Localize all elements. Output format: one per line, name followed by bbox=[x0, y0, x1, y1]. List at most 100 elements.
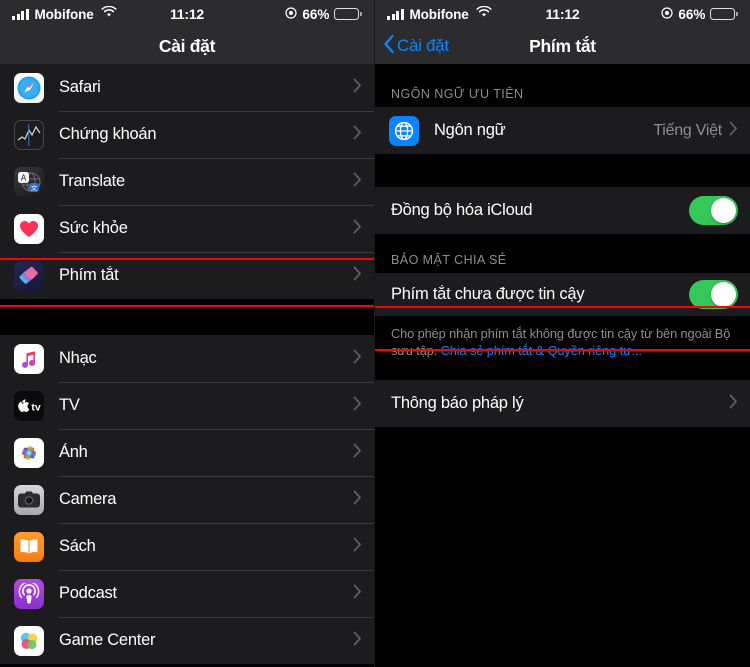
chevron-right-icon bbox=[353, 631, 362, 651]
back-button[interactable]: Cài đặt bbox=[375, 34, 449, 59]
icloud-sync-toggle[interactable] bbox=[689, 196, 738, 225]
podcasts-icon bbox=[14, 578, 44, 609]
cellular-bars-icon bbox=[387, 8, 404, 20]
settings-group-language: Ngôn ngữ Tiếng Việt bbox=[375, 107, 750, 154]
sidebar-item-safari[interactable]: Safari bbox=[0, 64, 374, 111]
group-separator bbox=[0, 299, 374, 335]
music-icon bbox=[14, 343, 44, 374]
sidebar-item-health[interactable]: Sức khỏe bbox=[0, 205, 374, 252]
sidebar-item-photos[interactable]: Ảnh bbox=[0, 429, 374, 476]
svg-text:tv: tv bbox=[31, 401, 40, 413]
page-title-settings: Cài đặt bbox=[158, 35, 216, 56]
sidebar-item-label: Chứng khoán bbox=[59, 125, 157, 143]
sidebar-item-label: Translate bbox=[59, 172, 125, 190]
icloud-sync-row[interactable]: Đồng bộ hóa iCloud bbox=[375, 187, 750, 234]
settings-group-apps-2: Nhạc tv TV Ảnh Camera Sách Podcast Game … bbox=[0, 335, 374, 664]
sidebar-item-label: Camera bbox=[59, 490, 117, 508]
photos-icon bbox=[14, 437, 44, 468]
privacy-link[interactable]: Chia sẻ phím tắt & Quyền riêng tư... bbox=[441, 343, 642, 358]
chevron-right-icon bbox=[353, 349, 362, 369]
sidebar-item-books[interactable]: Sách bbox=[0, 523, 374, 570]
status-bar-left-group: Mobifone bbox=[387, 5, 492, 23]
battery-percent-label: 66% bbox=[302, 6, 330, 22]
legal-notice-label: Thông báo pháp lý bbox=[391, 394, 524, 412]
sidebar-item-label: Game Center bbox=[59, 631, 156, 649]
sidebar-item-label: Sức khỏe bbox=[59, 219, 128, 237]
nav-bar-right: Cài đặt Phím tắt bbox=[375, 28, 750, 64]
stocks-icon bbox=[14, 119, 44, 150]
untrusted-shortcuts-toggle[interactable] bbox=[689, 280, 738, 309]
group-separator bbox=[375, 154, 750, 187]
sidebar-item-game-center[interactable]: Game Center bbox=[0, 617, 374, 664]
wifi-icon bbox=[101, 5, 117, 23]
chevron-right-icon bbox=[353, 219, 362, 239]
right-phone-screen: Mobifone 11:12 66% Cài đặt Phím tắt NGÔN… bbox=[375, 0, 750, 667]
dual-screenshot-container: Mobifone 11:12 66% Cài đặt Safari Chứng … bbox=[0, 0, 750, 667]
chevron-right-icon bbox=[353, 78, 362, 98]
sidebar-item-tv[interactable]: tv TV bbox=[0, 382, 374, 429]
status-bar-right-group: 66% bbox=[661, 7, 738, 22]
shortcuts-icon bbox=[14, 260, 44, 291]
sidebar-item-label: Sách bbox=[59, 537, 96, 555]
chevron-right-icon bbox=[353, 396, 362, 416]
legal-notice-row[interactable]: Thông báo pháp lý bbox=[375, 380, 750, 427]
game-center-icon bbox=[14, 625, 44, 656]
status-bar-left-group: Mobifone bbox=[12, 5, 117, 23]
carrier-label: Mobifone bbox=[34, 6, 94, 22]
camera-icon bbox=[14, 484, 44, 515]
sidebar-item-music[interactable]: Nhạc bbox=[0, 335, 374, 382]
chevron-right-icon bbox=[353, 443, 362, 463]
books-icon bbox=[14, 531, 44, 562]
sidebar-item-camera[interactable]: Camera bbox=[0, 476, 374, 523]
globe-icon bbox=[389, 115, 419, 146]
sidebar-item-translate[interactable]: A文 Translate bbox=[0, 158, 374, 205]
chevron-right-icon bbox=[353, 125, 362, 145]
settings-group-icloud: Đồng bộ hóa iCloud bbox=[375, 187, 750, 234]
sidebar-item-label: Phím tắt bbox=[59, 266, 119, 284]
settings-group-legal: Thông báo pháp lý bbox=[375, 380, 750, 427]
untrusted-shortcuts-row[interactable]: Phím tắt chưa được tin cậy bbox=[375, 273, 750, 316]
chevron-right-icon bbox=[353, 266, 362, 286]
health-icon bbox=[14, 213, 44, 244]
chevron-right-icon bbox=[353, 537, 362, 557]
tv-icon: tv bbox=[14, 390, 44, 421]
chevron-right-icon bbox=[353, 490, 362, 510]
location-services-icon bbox=[285, 6, 297, 22]
group-separator bbox=[375, 369, 750, 380]
sidebar-item-shortcuts[interactable]: Phím tắt bbox=[0, 252, 374, 299]
sidebar-item-stocks[interactable]: Chứng khoán bbox=[0, 111, 374, 158]
wifi-icon bbox=[476, 5, 492, 23]
sidebar-item-podcasts[interactable]: Podcast bbox=[0, 570, 374, 617]
section-header-sharing-security: BẢO MẬT CHIA SẺ bbox=[375, 234, 750, 273]
battery-icon bbox=[334, 8, 362, 20]
sidebar-item-label: Ảnh bbox=[59, 443, 88, 461]
svg-text:A: A bbox=[21, 173, 27, 182]
battery-icon bbox=[710, 8, 738, 20]
status-bar-right-group: 66% bbox=[285, 7, 362, 22]
chevron-right-icon bbox=[353, 172, 362, 192]
translate-icon: A文 bbox=[14, 166, 44, 197]
left-phone-screen: Mobifone 11:12 66% Cài đặt Safari Chứng … bbox=[0, 0, 375, 667]
untrusted-shortcuts-label: Phím tắt chưa được tin cậy bbox=[391, 285, 585, 303]
settings-group-sharing-security: Phím tắt chưa được tin cậy bbox=[375, 273, 750, 316]
language-row[interactable]: Ngôn ngữ Tiếng Việt bbox=[375, 107, 750, 154]
sidebar-item-label: Podcast bbox=[59, 584, 117, 602]
section-header-language: NGÔN NGỮ ƯU TIÊN bbox=[375, 64, 750, 107]
sidebar-item-label: TV bbox=[59, 396, 80, 414]
battery-percent-label: 66% bbox=[678, 6, 706, 22]
language-row-value: Tiếng Việt bbox=[653, 121, 722, 139]
chevron-right-icon bbox=[729, 394, 738, 414]
cellular-bars-icon bbox=[12, 8, 29, 20]
nav-bar-left: Cài đặt bbox=[0, 28, 374, 64]
icloud-sync-label: Đồng bộ hóa iCloud bbox=[391, 201, 533, 219]
language-row-label: Ngôn ngữ bbox=[434, 121, 506, 139]
chevron-right-icon bbox=[353, 584, 362, 604]
status-bar-right: Mobifone 11:12 66% bbox=[375, 0, 750, 28]
chevron-right-icon bbox=[729, 121, 738, 141]
sidebar-item-label: Safari bbox=[59, 78, 101, 96]
svg-text:文: 文 bbox=[31, 183, 38, 192]
safari-icon bbox=[14, 72, 44, 103]
settings-group-apps-1: Safari Chứng khoán A文 Translate Sức khỏe… bbox=[0, 64, 374, 299]
location-services-icon bbox=[661, 6, 673, 22]
sidebar-item-label: Nhạc bbox=[59, 349, 97, 367]
